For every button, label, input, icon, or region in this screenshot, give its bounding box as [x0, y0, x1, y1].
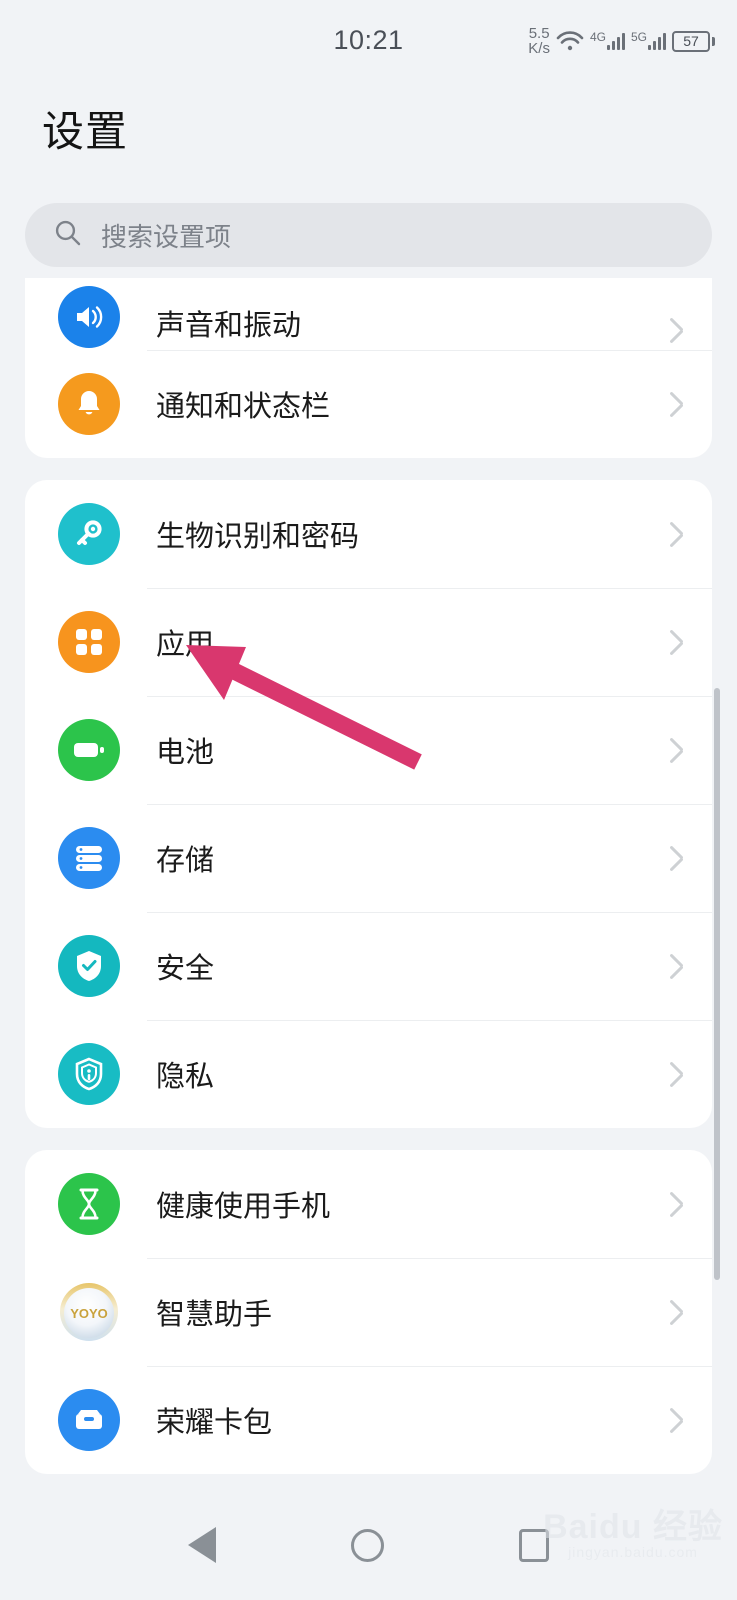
- watermark: Baidu 经验 jingyan.baidu.com: [543, 1510, 723, 1560]
- settings-row[interactable]: 荣耀卡包: [25, 1366, 712, 1474]
- settings-row[interactable]: 应用: [25, 588, 712, 696]
- bell-icon: [58, 373, 120, 435]
- settings-row[interactable]: YOYO 智慧助手: [25, 1258, 712, 1366]
- watermark-main: Baidu 经验: [543, 1508, 723, 1546]
- settings-list[interactable]: 声音和振动通知和状态栏 生物识别和密码 应用电池存储安全隐私健康使用手机: [0, 278, 737, 1490]
- sim2-signal: 5G: [630, 30, 666, 50]
- watermark-sub: jingyan.baidu.com: [568, 1544, 698, 1560]
- card-sound-notifications: 声音和振动通知和状态栏: [25, 278, 712, 458]
- chevron-right-icon: [666, 628, 682, 656]
- settings-row-label: 电池: [156, 737, 215, 769]
- battery-icon: 57: [672, 30, 715, 52]
- chevron-right-icon: [666, 844, 682, 872]
- settings-row-label: 智慧助手: [156, 1299, 273, 1331]
- chevron-right-icon: [666, 520, 682, 548]
- chevron-right-icon: [666, 736, 682, 764]
- shield-check-icon: [58, 935, 120, 997]
- settings-row[interactable]: 生物识别和密码: [25, 480, 712, 588]
- phone-screen: 10:21 5.5 K/s 4G 5G 57 设置 搜索设置项 声音和振动 通知…: [0, 0, 737, 1600]
- network-speed-unit: K/s: [528, 40, 550, 57]
- settings-row-label: 通知和状态栏: [156, 391, 331, 423]
- grid-apps-icon: [58, 611, 120, 673]
- settings-row[interactable]: 存储: [25, 804, 712, 912]
- settings-row[interactable]: 隐私: [25, 1020, 712, 1128]
- network-speed-indicator: 5.5 K/s: [528, 26, 550, 56]
- privacy-lock-icon: [58, 1043, 120, 1105]
- page-title: 设置: [42, 108, 129, 155]
- settings-row[interactable]: 电池: [25, 696, 712, 804]
- back-triangle-icon[interactable]: [187, 1527, 216, 1563]
- settings-row[interactable]: 健康使用手机: [25, 1150, 712, 1258]
- settings-row[interactable]: 声音和振动: [25, 278, 712, 350]
- sim1-signal: 4G: [589, 30, 625, 50]
- wifi-icon: [556, 31, 584, 51]
- speaker-icon: [58, 286, 120, 348]
- battery-level-text: 57: [672, 30, 710, 52]
- search-input[interactable]: 搜索设置项: [25, 203, 712, 267]
- settings-row-label: 健康使用手机: [156, 1191, 331, 1223]
- sim1-network-label: 4G: [589, 30, 606, 44]
- chevron-right-icon: [666, 1060, 682, 1088]
- settings-row-label: 隐私: [156, 1061, 215, 1093]
- status-clock: 10:21: [333, 24, 404, 55]
- hourglass-icon: [58, 1173, 120, 1235]
- status-icons: 5.5 K/s 4G 5G 57: [528, 26, 715, 56]
- chevron-right-icon: [666, 1406, 682, 1434]
- network-speed-value: 5.5: [528, 25, 550, 42]
- vertical-scrollbar[interactable]: [714, 688, 720, 1280]
- svg-text:YOYO: YOYO: [70, 1306, 108, 1321]
- chevron-right-icon: [666, 1190, 682, 1218]
- settings-row-label: 声音和振动: [156, 310, 302, 342]
- settings-row-label: 安全: [156, 953, 215, 985]
- home-circle-icon[interactable]: [350, 1528, 384, 1562]
- sim2-network-label: 5G: [630, 30, 647, 44]
- signal-bars-icon: [606, 32, 625, 50]
- settings-row[interactable]: 安全: [25, 912, 712, 1020]
- card-digital-balance: 健康使用手机 YOYO 智慧助手 荣耀卡包: [25, 1150, 712, 1474]
- settings-row-label: 生物识别和密码: [156, 521, 360, 553]
- battery-icon: [58, 719, 120, 781]
- wallet-icon: [58, 1389, 120, 1451]
- settings-row-label: 存储: [156, 845, 215, 877]
- key-icon: [58, 503, 120, 565]
- status-bar: 10:21 5.5 K/s 4G 5G 57: [0, 0, 737, 80]
- settings-row[interactable]: 通知和状态栏: [25, 350, 712, 458]
- search-icon: [53, 218, 83, 253]
- chevron-right-icon: [666, 390, 682, 418]
- chevron-right-icon: [666, 316, 682, 344]
- storage-icon: [58, 827, 120, 889]
- search-placeholder: 搜索设置项: [101, 221, 232, 252]
- battery-tip: [712, 36, 715, 46]
- settings-row-label: 应用: [156, 629, 215, 661]
- signal-bars-icon: [648, 32, 666, 50]
- chevron-right-icon: [666, 1298, 682, 1326]
- card-system-core: 生物识别和密码 应用电池存储安全隐私: [25, 480, 712, 1128]
- chevron-right-icon: [666, 952, 682, 980]
- settings-row-label: 荣耀卡包: [156, 1407, 273, 1439]
- yoyo-assistant-icon: YOYO: [58, 1281, 120, 1343]
